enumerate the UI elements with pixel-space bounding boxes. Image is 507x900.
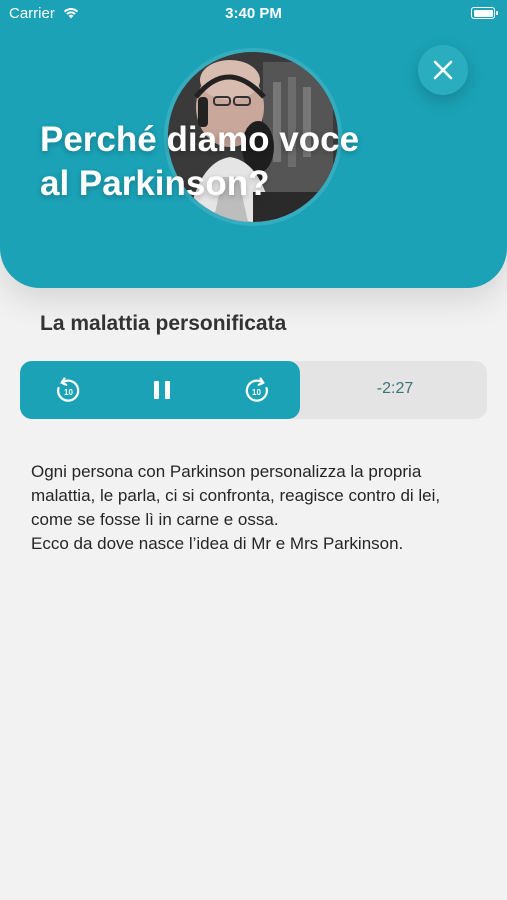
- svg-text:10: 10: [252, 388, 261, 397]
- forward-button[interactable]: 10: [242, 375, 272, 405]
- section-title: La malattia personificata: [40, 312, 287, 335]
- playback-progress: 10 10: [20, 361, 300, 419]
- rewind-10-icon: 10: [57, 377, 80, 402]
- forward-10-icon: 10: [245, 377, 268, 402]
- page-title: Perché diamo voce al Parkinson?: [40, 120, 360, 203]
- pause-icon: [154, 381, 170, 399]
- svg-text:10: 10: [64, 388, 73, 397]
- close-button[interactable]: [418, 45, 468, 95]
- pause-button[interactable]: [147, 375, 177, 405]
- status-bar: Carrier 3:40 PM: [0, 0, 507, 28]
- status-time: 3:40 PM: [225, 5, 282, 22]
- header: Carrier 3:40 PM Perché diamo voce al Par…: [0, 0, 507, 288]
- audio-player[interactable]: 10 10 -2:27: [20, 361, 487, 419]
- description-text: Ogni persona con Parkinson personalizza …: [31, 460, 481, 556]
- close-icon: [433, 60, 453, 80]
- rewind-button[interactable]: 10: [53, 375, 83, 405]
- remaining-time: -2:27: [376, 380, 414, 397]
- description-paragraph-1: Ogni persona con Parkinson personalizza …: [31, 462, 441, 529]
- battery-icon: [471, 7, 498, 19]
- description-paragraph-2: Ecco da dove nasce l’idea di Mr e Mrs Pa…: [31, 534, 404, 553]
